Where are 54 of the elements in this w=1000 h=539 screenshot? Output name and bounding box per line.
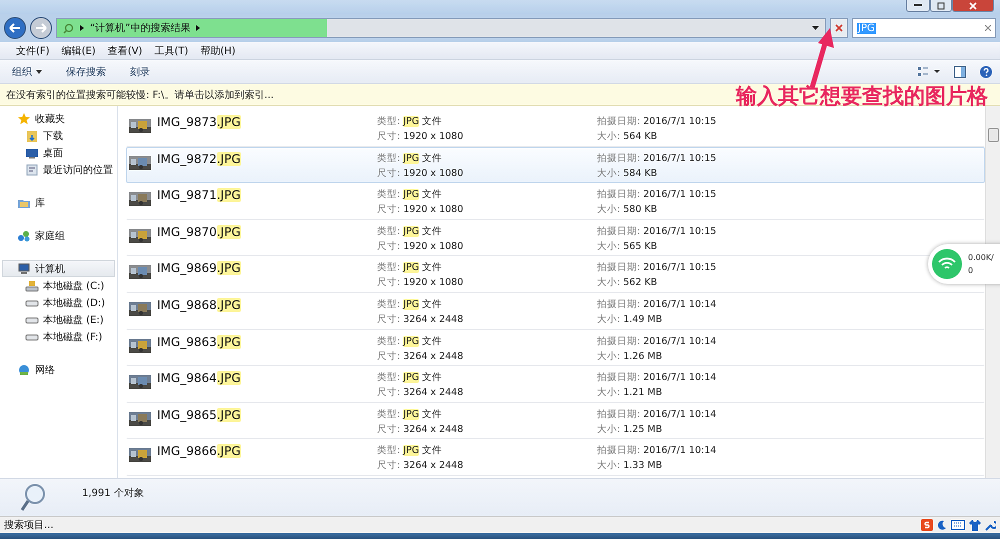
item-count: 1,991 个对象 (82, 486, 144, 500)
file-size: 大小: 564 KB (597, 130, 658, 143)
file-date: 拍摄日期: 2016/7/1 10:15 (597, 115, 718, 128)
file-type: 类型: JPG 文件 (377, 115, 444, 128)
file-date: 拍摄日期: 2016/7/1 10:15 (597, 261, 718, 274)
file-dimensions: 尺寸: 3264 x 2448 (377, 350, 464, 363)
file-dimensions: 尺寸: 3264 x 2448 (377, 312, 464, 326)
file-size: 大小: 1.33 MB (597, 459, 664, 472)
file-type: 类型: JPG 文件 (377, 371, 444, 384)
file-size: 大小: 1.21 MB (597, 386, 664, 400)
file-name: IMG_9871.JPG (157, 188, 242, 202)
file-date: 拍摄日期: 2016/7/1 10:14 (597, 444, 718, 458)
file-dimensions: 尺寸: 3264 x 2448 (377, 422, 464, 436)
file-dimensions: 尺寸: 3264 x 2448 (377, 386, 464, 400)
file-size: 大小: 1.26 MB (597, 350, 664, 363)
network-count: 0 (968, 266, 974, 275)
file-size: 大小: 562 KB (597, 276, 658, 290)
file-dimensions: 尺寸: 3264 x 2448 (377, 459, 464, 472)
file-type: 类型: JPG 文件 (377, 408, 444, 421)
file-dimensions: 尺寸: 1920 x 1080 (377, 130, 464, 143)
file-type: 类型: JPG 文件 (377, 298, 444, 311)
file-date: 拍摄日期: 2016/7/1 10:14 (597, 334, 718, 348)
file-dimensions: 尺寸: 1920 x 1080 (377, 276, 464, 290)
file-type: 类型: JPG 文件 (377, 188, 444, 202)
file-date: 拍摄日期: 2016/7/1 10:14 (597, 371, 718, 384)
file-size: 大小: 1.49 MB (597, 312, 664, 326)
file-size: 大小: 565 KB (597, 240, 658, 253)
file-name: IMG_9866.JPG (157, 444, 242, 458)
file-size: 大小: 580 KB (597, 203, 658, 216)
file-dimensions: 尺寸: 1920 x 1080 (377, 240, 464, 253)
file-date: 拍摄日期: 2016/7/1 10:14 (597, 408, 718, 421)
file-date: 拍摄日期: 2016/7/1 10:15 (597, 224, 718, 238)
file-name: IMG_9864.JPG (157, 371, 242, 386)
file-type: 类型: JPG 文件 (377, 334, 444, 348)
file-name: IMG_9863.JPG (157, 334, 242, 349)
file-date: 拍摄日期: 2016/7/1 10:15 (597, 188, 718, 202)
file-name: IMG_9872.JPG (157, 152, 242, 166)
file-type: 类型: JPG 文件 (377, 444, 444, 458)
status-text: 搜索项目... (4, 518, 54, 532)
file-type: 类型: JPG 文件 (377, 261, 444, 274)
file-type: 类型: JPG 文件 (377, 152, 444, 165)
file-type: 类型: JPG 文件 (377, 224, 444, 238)
file-date: 拍摄日期: 2016/7/1 10:14 (597, 298, 718, 311)
file-dimensions: 尺寸: 1920 x 1080 (377, 203, 464, 216)
file-name: IMG_9869.JPG (157, 261, 242, 276)
file-name: IMG_9865.JPG (157, 408, 242, 422)
file-dimensions: 尺寸: 1920 x 1080 (377, 166, 464, 180)
file-size: 大小: 584 KB (597, 166, 658, 180)
file-size: 大小: 1.25 MB (597, 422, 664, 436)
file-name: IMG_9870.JPG (157, 224, 242, 239)
file-name: IMG_9868.JPG (157, 298, 242, 312)
info-text: 在没有索引的位置搜索可能较慢: F:\。请单击以添加到索引... (6, 88, 274, 102)
file-date: 拍摄日期: 2016/7/1 10:15 (597, 152, 718, 165)
file-name: IMG_9873.JPG (157, 115, 242, 129)
